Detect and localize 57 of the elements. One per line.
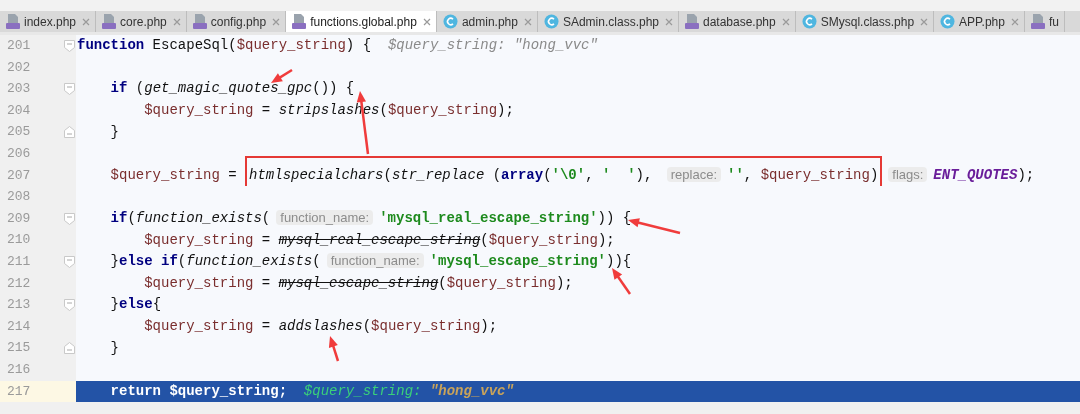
close-icon[interactable] [1010,17,1019,26]
tab-label: index.php [24,13,77,31]
arrow-annotation [328,336,340,362]
tab-label: fu [1048,13,1059,31]
tab-label: core.php [120,13,167,31]
code-text: if(function_exists( function_name: 'mysql_real_escape_string')) { [109,209,632,229]
fold-icon[interactable] [63,255,75,268]
code-text: flags: ENT_QUOTES); [882,164,1035,186]
php-file-icon [1030,14,1045,29]
class-icon [442,14,458,29]
code-text: $query_string = mysql_escape_string($query_string); [143,273,573,293]
close-icon[interactable] [272,17,281,26]
code-text: } [109,338,119,358]
close-icon[interactable] [523,17,532,26]
code-text: $query_string = mysql_real_escape_string($query_string); [143,230,615,250]
tab-label: database.php [703,13,776,31]
close-icon[interactable] [665,17,673,26]
php-file-icon [292,14,307,29]
line-number: 217 [0,380,62,403]
fold-icon[interactable] [63,126,75,139]
close-icon[interactable] [422,17,431,26]
fold-icon[interactable] [63,342,75,355]
tab-label: admin.php [461,13,518,31]
tab-label: config.php [210,13,267,31]
tab-label: functions.global.php [310,13,417,31]
fold-gutter [62,380,76,403]
code-text: }else if(function_exists( function_name: 'mysql_escape_string')){ [109,252,632,272]
fold-icon[interactable] [63,83,75,95]
php-file-icon [6,14,20,29]
tab-label: SAdmin.class.php [562,13,659,31]
class-icon [801,14,817,29]
code-text: $query_string = addslashes($query_string); [143,317,498,336]
code-text: return $query_string; $query_string: "hong_vvc" [109,381,514,401]
tab-label: APP.php [959,13,1005,31]
fold-icon[interactable] [63,39,75,52]
close-icon[interactable] [781,17,790,26]
php-file-icon [685,14,699,29]
close-icon[interactable] [82,17,91,26]
arrow-annotation [612,268,632,295]
class-icon [940,14,956,29]
fold-icon[interactable] [63,298,75,311]
arrow-annotation [271,68,293,83]
php-file-icon [192,14,207,29]
code-text: }else{ [109,295,162,315]
tab-label: SMysql.class.php [820,13,915,31]
code-text: htmlspecialchars(str_replace (array('\0', ' '), replace: '', $query_string) [249,166,879,183]
class-icon [543,14,559,29]
close-icon[interactable] [172,17,181,26]
code-text: function EscapeSql($query_string) { $query_string: "hong_vvc" [77,36,598,56]
code-text: } [109,122,119,142]
file-tab[interactable]: functions.global.php [286,11,437,32]
fold-icon[interactable] [63,212,75,225]
code-text: $query_string = [109,165,238,185]
close-icon[interactable] [920,17,929,26]
php-file-icon [102,14,117,29]
code-text: if (get_magic_quotes_gpc()) { [109,79,355,99]
arrow-annotation [628,218,681,235]
